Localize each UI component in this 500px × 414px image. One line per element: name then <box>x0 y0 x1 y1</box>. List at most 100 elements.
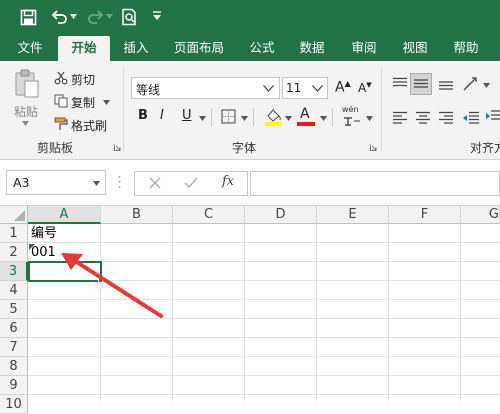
italic-button[interactable]: I <box>160 108 164 123</box>
undo-icon[interactable] <box>51 9 68 26</box>
format-painter-button[interactable]: 格式刷 <box>71 117 107 134</box>
tab-review[interactable]: 审阅 <box>342 35 386 61</box>
ribbon-tabs: 文件 开始 插入 页面布局 公式 数据 审阅 视图 帮助 <box>0 35 500 61</box>
column-header-f[interactable]: F <box>389 206 461 224</box>
borders-icon[interactable] <box>221 109 236 124</box>
fill-color-icon[interactable] <box>264 107 282 127</box>
alignment-group-label: 对齐方 <box>470 141 500 155</box>
font-launcher-icon[interactable] <box>370 144 377 151</box>
decrease-font-label: A <box>358 81 367 95</box>
spreadsheet-grid: A B C D E F G 1 2 3 4 5 6 7 8 9 10 编号 00… <box>0 206 500 414</box>
paste-button[interactable]: 粘贴 <box>14 103 38 120</box>
font-group-label: 字体 <box>232 141 257 155</box>
group-separator <box>381 67 382 151</box>
font-size-value: 11 <box>286 81 302 95</box>
align-center-icon[interactable] <box>415 111 431 125</box>
underline-button[interactable]: U <box>182 108 192 123</box>
align-left-icon[interactable] <box>392 111 408 125</box>
column-header-d[interactable]: D <box>245 206 317 224</box>
decrease-font-size-button[interactable]: A▼ <box>358 81 372 95</box>
font-color-swatch <box>297 122 315 126</box>
top-align-icon[interactable] <box>392 77 408 91</box>
copy-button[interactable]: 复制 <box>71 94 95 111</box>
row-header-5[interactable]: 5 <box>0 300 28 319</box>
font-color-label: A <box>300 106 310 122</box>
row-header-8[interactable]: 8 <box>0 357 28 376</box>
tab-view[interactable]: 视图 <box>393 35 437 61</box>
redo-icon[interactable] <box>87 9 104 26</box>
chevron-down-icon <box>312 85 323 92</box>
quick-access-toolbar <box>0 0 500 35</box>
format-painter-icon[interactable] <box>54 117 68 131</box>
print-preview-icon[interactable] <box>121 8 139 26</box>
row-header-10[interactable]: 10 <box>0 395 28 414</box>
align-right-icon[interactable] <box>438 111 454 125</box>
increase-font-size-button[interactable]: A▲ <box>335 79 351 96</box>
tab-formulas[interactable]: 公式 <box>240 35 284 61</box>
column-header-a[interactable]: A <box>28 206 101 224</box>
orientation-icon[interactable] <box>461 75 481 93</box>
clipboard-launcher-icon[interactable] <box>114 144 121 151</box>
column-header-g[interactable]: G <box>461 206 500 224</box>
phonetic-dropdown-icon[interactable] <box>366 116 373 121</box>
bold-button[interactable]: B <box>138 108 148 123</box>
paste-icon[interactable] <box>14 69 40 99</box>
tab-insert[interactable]: 插入 <box>114 35 158 61</box>
row-header-7[interactable]: 7 <box>0 338 28 357</box>
insert-function-button[interactable]: fx <box>222 174 234 189</box>
phonetic-icon <box>343 116 361 126</box>
decrease-indent-icon[interactable] <box>462 111 480 125</box>
phonetic-label: wén <box>342 105 359 114</box>
bottom-align-icon[interactable] <box>438 77 454 91</box>
copy-dropdown-icon[interactable] <box>103 100 110 105</box>
name-box-dropdown-icon[interactable] <box>93 181 100 186</box>
middle-align-button[interactable] <box>410 73 432 95</box>
increase-indent-icon[interactable] <box>485 109 500 125</box>
font-size-select[interactable]: 11 <box>282 77 328 99</box>
cancel-icon[interactable] <box>149 177 161 189</box>
formula-input[interactable] <box>250 171 500 196</box>
customize-icon[interactable] <box>152 11 162 21</box>
underline-dropdown-icon[interactable] <box>199 116 206 121</box>
row-header-2[interactable]: 2 <box>0 243 28 262</box>
font-name-value: 等线 <box>136 83 161 97</box>
divider <box>253 108 254 126</box>
orientation-dropdown-icon[interactable] <box>483 83 490 88</box>
tab-page-layout[interactable]: 页面布局 <box>166 35 232 61</box>
column-header-c[interactable]: C <box>173 206 245 224</box>
borders-dropdown-icon[interactable] <box>241 116 248 121</box>
tab-data[interactable]: 数据 <box>290 35 334 61</box>
row-header-6[interactable]: 6 <box>0 319 28 338</box>
font-name-select[interactable]: 等线 <box>131 77 280 99</box>
middle-align-icon <box>414 79 428 88</box>
ribbon: 粘贴 剪切 复制 格式刷 剪贴板 等线 11 A▲ A▼ B I U A wén… <box>0 61 500 160</box>
group-separator <box>123 67 124 151</box>
select-all-button[interactable] <box>0 206 28 224</box>
annotation-arrow <box>61 253 163 318</box>
divider <box>332 108 333 126</box>
cut-icon[interactable] <box>54 71 68 85</box>
row-header-4[interactable]: 4 <box>0 281 28 300</box>
column-header-e[interactable]: E <box>317 206 389 224</box>
row-header-3[interactable]: 3 <box>0 262 28 281</box>
redo-dropdown-icon[interactable] <box>106 14 113 19</box>
row-header-1[interactable]: 1 <box>0 224 28 243</box>
cut-button[interactable]: 剪切 <box>71 71 95 88</box>
row-header-9[interactable]: 9 <box>0 376 28 395</box>
font-color-button[interactable]: A <box>297 106 315 128</box>
tab-home[interactable]: 开始 <box>58 36 110 61</box>
chevron-down-icon <box>263 85 274 92</box>
cell-a1[interactable]: 编号 <box>28 224 101 243</box>
tab-help[interactable]: 帮助 <box>444 35 488 61</box>
font-color-dropdown-icon[interactable] <box>320 116 327 121</box>
save-icon[interactable] <box>20 9 37 26</box>
paste-dropdown-icon[interactable] <box>22 121 29 126</box>
undo-dropdown-icon[interactable] <box>70 14 77 19</box>
name-box[interactable]: A3 <box>6 170 106 195</box>
column-header-b[interactable]: B <box>101 206 173 224</box>
fill-color-dropdown-icon[interactable] <box>285 116 292 121</box>
enter-icon[interactable] <box>184 177 198 189</box>
error-indicator-icon[interactable] <box>29 244 35 250</box>
copy-icon[interactable] <box>54 94 68 108</box>
tab-file[interactable]: 文件 <box>8 35 52 61</box>
